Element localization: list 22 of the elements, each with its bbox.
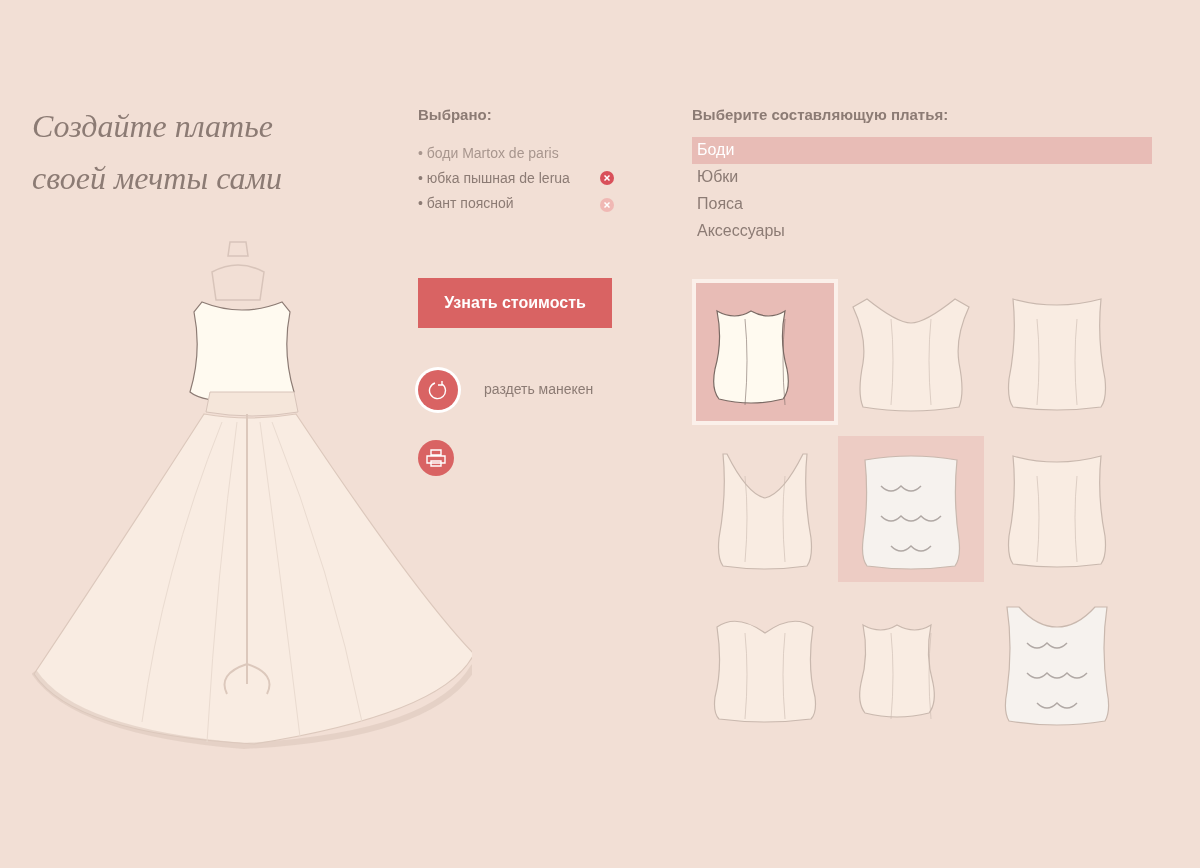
price-button[interactable]: Узнать стоимость bbox=[418, 277, 612, 328]
category-item[interactable]: Юбки bbox=[692, 163, 1152, 191]
selected-item: • бант поясной bbox=[418, 193, 515, 213]
close-icon bbox=[604, 175, 610, 181]
bodice-option[interactable] bbox=[692, 278, 838, 425]
category-item[interactable]: Аксессуары bbox=[692, 217, 1152, 245]
page-title: Создайте платье своей мечты сами bbox=[32, 107, 283, 198]
remove-button[interactable] bbox=[600, 171, 614, 185]
undress-label[interactable]: раздеть манекен bbox=[484, 379, 594, 400]
bodice-option[interactable] bbox=[838, 435, 984, 582]
categories-heading: Выберите составляющую платья: bbox=[692, 105, 950, 125]
close-icon bbox=[604, 201, 610, 208]
print-button[interactable] bbox=[418, 439, 454, 476]
selected-heading: Выбрано: bbox=[418, 105, 493, 125]
category-item[interactable]: Пояса bbox=[692, 190, 1152, 218]
printer-icon bbox=[426, 448, 446, 467]
undress-button[interactable] bbox=[418, 369, 458, 410]
category-item[interactable]: Боди bbox=[692, 136, 1152, 164]
selected-item: • боди Martox de paris bbox=[418, 143, 560, 163]
reset-icon bbox=[428, 379, 448, 400]
remove-button[interactable] bbox=[600, 197, 614, 212]
selected-item: • юбка пышная de lerua bbox=[418, 168, 571, 188]
